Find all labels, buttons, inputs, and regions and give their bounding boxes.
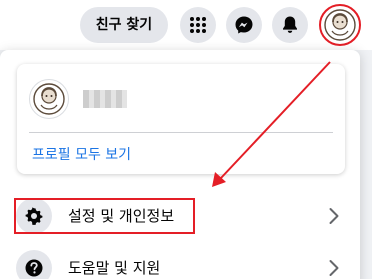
blurred-profile-name (83, 90, 127, 108)
avatar (29, 79, 69, 119)
menu-item-settings-privacy[interactable]: 설정 및 개인정보 (8, 194, 352, 238)
messenger-icon (235, 16, 253, 34)
bell-icon (283, 16, 297, 33)
notifications-button[interactable] (272, 7, 308, 43)
profile-row[interactable] (29, 76, 333, 122)
gear-icon (16, 198, 52, 234)
help-icon (16, 250, 52, 279)
account-dropdown-menu: 프로필 모두 보기 설정 및 개인정보 도움말 및 지원 (0, 50, 360, 279)
avatar-image (33, 83, 65, 115)
profile-card: 프로필 모두 보기 (17, 64, 345, 174)
menu-button[interactable] (180, 7, 216, 43)
top-navigation-bar: 친구 찾기 (0, 0, 372, 50)
profile-avatar (324, 9, 356, 41)
see-all-profiles-link[interactable]: 프로필 모두 보기 (32, 145, 131, 165)
messenger-button[interactable] (226, 7, 262, 43)
chevron-right-icon (329, 260, 339, 276)
chevron-right-icon (329, 208, 339, 224)
divider (29, 132, 333, 133)
menu-item-help-support[interactable]: 도움말 및 지원 (8, 246, 352, 279)
account-profile-button[interactable] (319, 4, 361, 46)
menu-item-label: 설정 및 개인정보 (68, 207, 175, 225)
menu-grid-icon (190, 17, 206, 33)
menu-item-label: 도움말 및 지원 (68, 259, 161, 277)
find-friends-button[interactable]: 친구 찾기 (80, 7, 168, 43)
